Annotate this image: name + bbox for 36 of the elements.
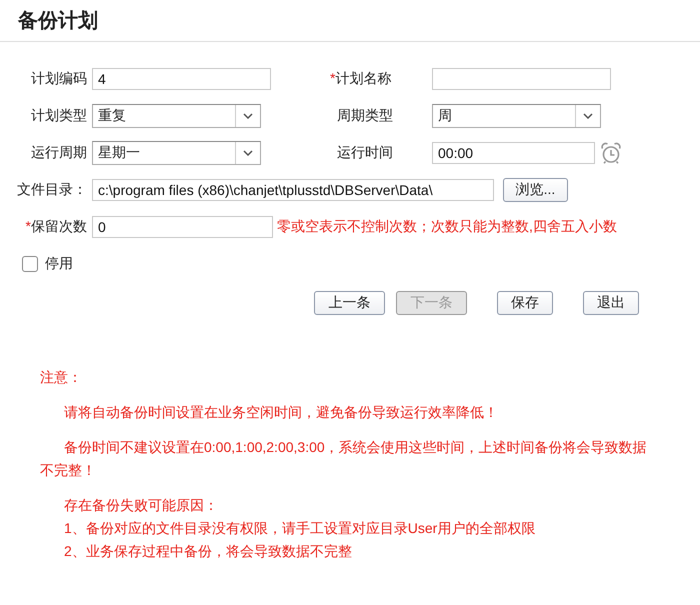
alarm-clock-icon[interactable] bbox=[600, 142, 622, 164]
chevron-down-icon bbox=[243, 150, 253, 156]
hint-text: 零或空表示不控制次数；次数只能为整数,四舍五入小数 bbox=[277, 218, 617, 236]
input-field[interactable]: 4 bbox=[92, 68, 271, 90]
checkbox[interactable] bbox=[22, 256, 38, 272]
field-label: 周期类型 bbox=[337, 106, 393, 122]
page-title: 备份计划 bbox=[18, 9, 98, 34]
field-label: 计划编码 bbox=[31, 70, 87, 86]
input-field[interactable] bbox=[432, 68, 611, 90]
browse-button[interactable]: 浏览... bbox=[503, 178, 568, 202]
action-button[interactable]: 上一条 bbox=[314, 290, 385, 314]
dropdown[interactable]: 重复 bbox=[92, 104, 261, 128]
input-field[interactable]: c:\program files (x86)\chanjet\tplusstd\DBServer\Data\ bbox=[92, 178, 494, 200]
chevron-down-icon bbox=[243, 112, 253, 118]
required-mark: * bbox=[330, 70, 336, 86]
field-label: 计划类型 bbox=[31, 106, 87, 122]
dropdown[interactable]: 星期一 bbox=[92, 140, 261, 164]
field-label: 文件目录： bbox=[17, 180, 87, 196]
dropdown[interactable]: 周 bbox=[432, 104, 601, 128]
required-mark: * bbox=[26, 218, 31, 234]
field-label: 运行时间 bbox=[337, 144, 393, 160]
notice-text: 存在备份失败可能原因： bbox=[64, 496, 219, 515]
input-field[interactable]: 0 bbox=[92, 216, 273, 238]
field-label: 运行周期 bbox=[31, 144, 87, 160]
notice-text: 1、备份对应的文件目录没有权限，请手工设置对应目录User用户的全部权限 bbox=[64, 519, 536, 538]
chevron-down-icon bbox=[583, 112, 593, 118]
notice-title: 注意： bbox=[40, 368, 83, 387]
field-label: 保留次数 bbox=[31, 218, 87, 234]
action-button[interactable]: 保存 bbox=[497, 290, 553, 314]
field-label: 计划名称 bbox=[335, 70, 392, 86]
notice-text: 请将自动备份时间设置在业务空闲时间，避免备份导致运行效率降低！ bbox=[64, 403, 499, 422]
action-button[interactable]: 退出 bbox=[583, 290, 639, 314]
checkbox-label: 停用 bbox=[45, 254, 73, 272]
notice-text: 2、业务保存过程中备份，将会导致数据不完整 bbox=[64, 542, 353, 561]
notice-text: 备份时间不建议设置在0:00,1:00,2:00,3:00，系统会使用这些时间，上述时间备份将会导致数据不完整！ bbox=[40, 438, 648, 480]
input-field[interactable]: 00:00 bbox=[432, 142, 595, 164]
